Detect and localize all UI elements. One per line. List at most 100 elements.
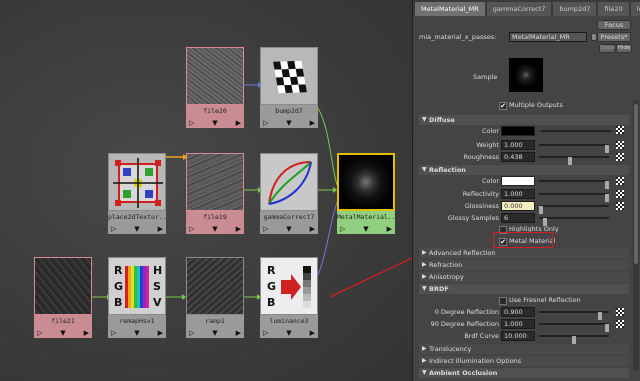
- node-port-bar[interactable]: ▷ ▼ ▶: [186, 223, 244, 234]
- section-anisotropy[interactable]: ▶ Anisotropy: [419, 272, 629, 282]
- node-port-bar[interactable]: ▷ ▼ ▶: [108, 223, 166, 234]
- weight-field[interactable]: 1.000: [501, 140, 535, 150]
- expand-icon[interactable]: ▼: [134, 329, 139, 337]
- section-reflection[interactable]: ▼ Reflection: [419, 165, 629, 175]
- tab-metalmaterial[interactable]: MetalMaterial_MR: [415, 2, 485, 16]
- brdf-curve-field[interactable]: 10.000: [501, 331, 535, 341]
- section-diffuse[interactable]: ▼ Diffuse: [419, 115, 629, 125]
- section-translucency[interactable]: ▶ Translucency: [419, 344, 629, 354]
- weight-slider[interactable]: [539, 144, 609, 153]
- node-port-bar[interactable]: ▷ ▼ ▶: [260, 117, 318, 128]
- output-port-icon[interactable]: ▶: [310, 119, 315, 127]
- node-ramp1[interactable]: ramp1 ▷ ▼ ▶: [186, 257, 244, 341]
- brdf-curve-slider[interactable]: [539, 335, 609, 344]
- output-port-icon[interactable]: ▶: [387, 225, 392, 233]
- hide-button[interactable]: Hide: [616, 44, 632, 53]
- hypershade-graph[interactable]: file20 ▷ ▼ ▶ bump2d7 ▷ ▼ ▶ place2dTextur…: [0, 0, 412, 381]
- input-port-icon[interactable]: ▷: [263, 225, 268, 233]
- expand-icon[interactable]: ▼: [212, 329, 217, 337]
- output-port-icon[interactable]: ▶: [236, 329, 241, 337]
- node-metalmaterial[interactable]: MetalMaterial... ▷ ▼ ▶: [337, 153, 395, 237]
- output-port-icon[interactable]: ▶: [84, 329, 89, 337]
- expand-icon[interactable]: ▼: [212, 225, 217, 233]
- output-port-icon[interactable]: ▶: [236, 119, 241, 127]
- map-texture-icon[interactable]: [616, 190, 624, 198]
- expand-icon[interactable]: ▼: [134, 225, 139, 233]
- node-port-bar[interactable]: ▷ ▼ ▶: [108, 327, 166, 338]
- node-port-bar[interactable]: ▷ ▼ ▶: [337, 223, 395, 234]
- output-port-icon[interactable]: ▶: [310, 225, 315, 233]
- glossiness-field[interactable]: 0.000: [501, 201, 535, 211]
- input-port-icon[interactable]: ▷: [263, 119, 268, 127]
- map-texture-icon[interactable]: [616, 141, 624, 149]
- section-refraction[interactable]: ▶ Refraction: [419, 260, 629, 270]
- input-port-icon[interactable]: ▷: [189, 329, 194, 337]
- focus-button[interactable]: Focus: [597, 20, 631, 30]
- input-port-icon[interactable]: ▷: [111, 329, 116, 337]
- reflection-color-swatch[interactable]: [501, 176, 535, 186]
- map-texture-icon[interactable]: [616, 320, 624, 328]
- roughness-slider[interactable]: [539, 156, 609, 165]
- section-brdf[interactable]: ▼ BRDF: [419, 284, 629, 294]
- multiple-outputs-checkbox[interactable]: ✔: [499, 102, 507, 110]
- glossy-samples-slider[interactable]: [539, 217, 609, 226]
- node-port-bar[interactable]: ▷ ▼ ▶: [186, 327, 244, 338]
- node-gammacorrect7[interactable]: gammaCorrect7 ▷ ▼ ▶: [260, 153, 318, 237]
- diffuse-color-slider[interactable]: [541, 130, 611, 132]
- node-port-bar[interactable]: ▷ ▼ ▶: [260, 327, 318, 338]
- expand-icon[interactable]: ▼: [212, 119, 217, 127]
- input-port-icon[interactable]: ▷: [263, 329, 268, 337]
- node-bump2d7[interactable]: bump2d7 ▷ ▼ ▶: [260, 47, 318, 131]
- slider-knob[interactable]: [567, 157, 572, 165]
- reflectivity-field[interactable]: 1.000: [501, 189, 535, 199]
- output-port-icon[interactable]: ▶: [236, 225, 241, 233]
- node-file19[interactable]: file19 ▷ ▼ ▶: [186, 153, 244, 237]
- reflection-color-slider[interactable]: [539, 180, 609, 189]
- section-advanced-reflection[interactable]: ▶ Advanced Reflection: [419, 248, 629, 258]
- node-luminance3[interactable]: R G B luminance3 ▷ ▼ ▶: [260, 257, 318, 341]
- slider-knob[interactable]: [572, 336, 576, 344]
- node-port-bar[interactable]: ▷ ▼ ▶: [34, 327, 92, 338]
- map-texture-icon[interactable]: [616, 126, 624, 134]
- deg0-slider[interactable]: [539, 311, 609, 320]
- node-name-field[interactable]: MetalMaterial_MR: [509, 32, 587, 42]
- slider-knob[interactable]: [605, 194, 609, 202]
- node-port-bar[interactable]: ▷ ▼ ▶: [260, 223, 318, 234]
- tab-gammacorrect7[interactable]: gammaCorrect7: [486, 2, 552, 16]
- input-port-icon[interactable]: ▷: [111, 225, 116, 233]
- tab-bump2d7[interactable]: bump2d7: [553, 2, 597, 16]
- glossy-samples-field[interactable]: 6: [501, 213, 535, 223]
- deg0-field[interactable]: 0.900: [501, 307, 535, 317]
- presets-button[interactable]: Presets*: [597, 32, 631, 42]
- node-file20[interactable]: file20 ▷ ▼ ▶: [186, 47, 244, 131]
- tab-lu[interactable]: lu: [630, 2, 640, 16]
- scrollbar-thumb[interactable]: [634, 104, 638, 264]
- map-texture-icon[interactable]: [616, 202, 624, 210]
- expand-icon[interactable]: ▼: [60, 329, 65, 337]
- node-file21[interactable]: file21 ▷ ▼ ▶: [34, 257, 92, 341]
- slider-knob[interactable]: [605, 324, 609, 332]
- slider-knob[interactable]: [598, 312, 603, 320]
- use-fresnel-checkbox[interactable]: [499, 297, 507, 305]
- diffuse-color-swatch[interactable]: [501, 126, 535, 136]
- expand-icon[interactable]: ▼: [286, 119, 291, 127]
- output-port-icon[interactable]: ▶: [158, 225, 163, 233]
- input-port-icon[interactable]: ▷: [189, 119, 194, 127]
- deg90-field[interactable]: 1.000: [501, 319, 535, 329]
- reflectivity-slider[interactable]: [539, 193, 609, 202]
- slider-knob[interactable]: [605, 181, 609, 189]
- deg90-slider[interactable]: [539, 323, 609, 332]
- section-ambient-occlusion[interactable]: ▼ Ambient Occlusion: [419, 368, 629, 378]
- slider-knob[interactable]: [605, 145, 609, 153]
- input-port-icon[interactable]: ▷: [37, 329, 42, 337]
- output-port-icon[interactable]: ▶: [310, 329, 315, 337]
- glossiness-slider[interactable]: [539, 205, 609, 214]
- expand-icon[interactable]: ▼: [363, 225, 368, 233]
- expand-icon[interactable]: ▼: [286, 225, 291, 233]
- node-remaphsv1[interactable]: R G B H S V remapHsv1 ▷ ▼ ▶: [108, 257, 166, 341]
- input-port-icon[interactable]: ▷: [189, 225, 194, 233]
- section-indirect-illumination[interactable]: ▶ Indirect Illumination Options: [419, 356, 629, 366]
- tab-file20[interactable]: file20: [598, 2, 629, 16]
- show-button[interactable]: Show: [599, 44, 615, 53]
- map-texture-icon[interactable]: [616, 177, 624, 185]
